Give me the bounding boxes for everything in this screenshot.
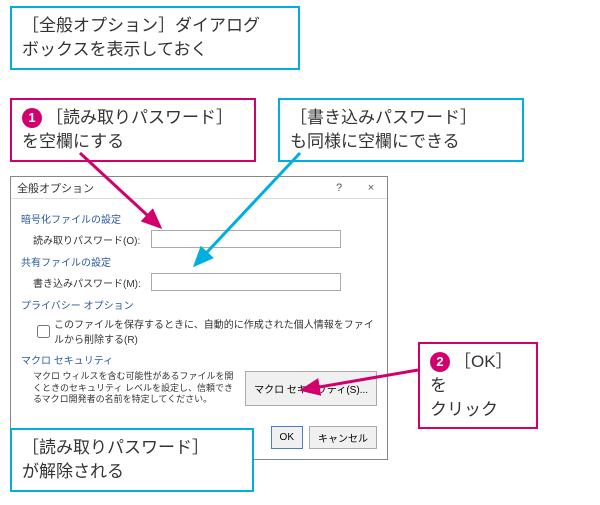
callout-text: ［読み取りパスワード］ bbox=[22, 438, 209, 457]
step-number-badge: 2 bbox=[430, 352, 450, 372]
cancel-button[interactable]: キャンセル bbox=[309, 426, 377, 449]
dialog-title: 全般オプション bbox=[17, 180, 323, 196]
callout-text: ボックスを表示しておく bbox=[22, 40, 207, 59]
general-options-dialog: 全般オプション ? × 暗号化ファイルの設定 読み取りパスワード(O): 共有フ… bbox=[10, 176, 388, 460]
read-password-label: 読み取りパスワード(O): bbox=[33, 232, 151, 247]
callout-writepw: ［書き込みパスワード］ も同様に空欄にできる bbox=[278, 98, 524, 162]
callout-step2: 2［OK］を クリック bbox=[418, 342, 538, 429]
remove-personal-info-checkbox[interactable] bbox=[37, 325, 50, 338]
callout-text: が解除される bbox=[22, 462, 124, 481]
callout-text: ［書き込みパスワード］ bbox=[290, 108, 477, 127]
dialog-titlebar: 全般オプション ? × bbox=[11, 177, 387, 199]
section-privacy-label: プライバシー オプション bbox=[21, 297, 377, 312]
write-password-label: 書き込みパスワード(M): bbox=[33, 275, 151, 290]
macro-security-button[interactable]: マクロ セキュリティ(S)... bbox=[245, 371, 377, 406]
callout-text: を空欄にする bbox=[22, 132, 124, 151]
macro-description: マクロ ウィルスを含む可能性があるファイルを開くときのセキュリティ レベルを設定… bbox=[33, 371, 245, 406]
help-button[interactable]: ? bbox=[323, 177, 355, 199]
callout-result: ［読み取りパスワード］ が解除される bbox=[10, 428, 254, 492]
callout-prestep: ［全般オプション］ダイアログ ボックスを表示しておく bbox=[10, 6, 300, 70]
callout-text: クリック bbox=[430, 400, 498, 419]
callout-step1: 1［読み取りパスワード］ を空欄にする bbox=[10, 98, 256, 162]
write-password-input[interactable] bbox=[151, 273, 341, 291]
callout-text: も同様に空欄にできる bbox=[290, 132, 460, 151]
read-password-input[interactable] bbox=[151, 230, 341, 248]
section-share-label: 共有ファイルの設定 bbox=[21, 254, 377, 269]
ok-button[interactable]: OK bbox=[271, 426, 303, 449]
privacy-checkbox-label: このファイルを保存するときに、自動的に作成された個人情報をファイルから削除する(… bbox=[54, 316, 377, 346]
callout-text: ［全般オプション］ダイアログ bbox=[22, 16, 260, 35]
section-encrypt-label: 暗号化ファイルの設定 bbox=[21, 211, 377, 226]
close-button[interactable]: × bbox=[355, 177, 387, 199]
step-number-badge: 1 bbox=[22, 108, 42, 128]
callout-text: ［読み取りパスワード］ bbox=[46, 108, 233, 127]
section-macro-label: マクロ セキュリティ bbox=[21, 352, 377, 367]
